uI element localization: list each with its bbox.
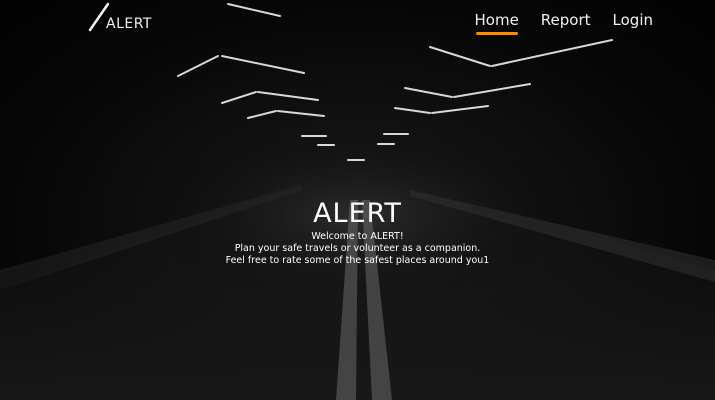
hero-section: ALERT Welcome to ALERT! Plan your safe t… (0, 198, 715, 267)
hero-title: ALERT (313, 198, 402, 229)
brand-name: ALERT (106, 16, 152, 32)
nav-menu: Home Report Login (475, 11, 653, 35)
top-navbar: ALERT Home Report Login (0, 0, 715, 42)
hero-plan-text: Plan your safe travels or volunteer as a… (234, 243, 481, 254)
brand-logo-link[interactable]: ALERT (88, 2, 168, 34)
nav-item-login[interactable]: Login (613, 11, 653, 29)
hero-rate-text: Feel free to rate some of the safest pla… (225, 255, 490, 266)
nav-item-home[interactable]: Home (475, 11, 519, 35)
nav-item-report[interactable]: Report (541, 11, 591, 29)
landing-page: ALERT Home Report Login ALERT Welcome to… (0, 0, 715, 400)
hero-welcome-text: Welcome to ALERT! (311, 231, 404, 242)
